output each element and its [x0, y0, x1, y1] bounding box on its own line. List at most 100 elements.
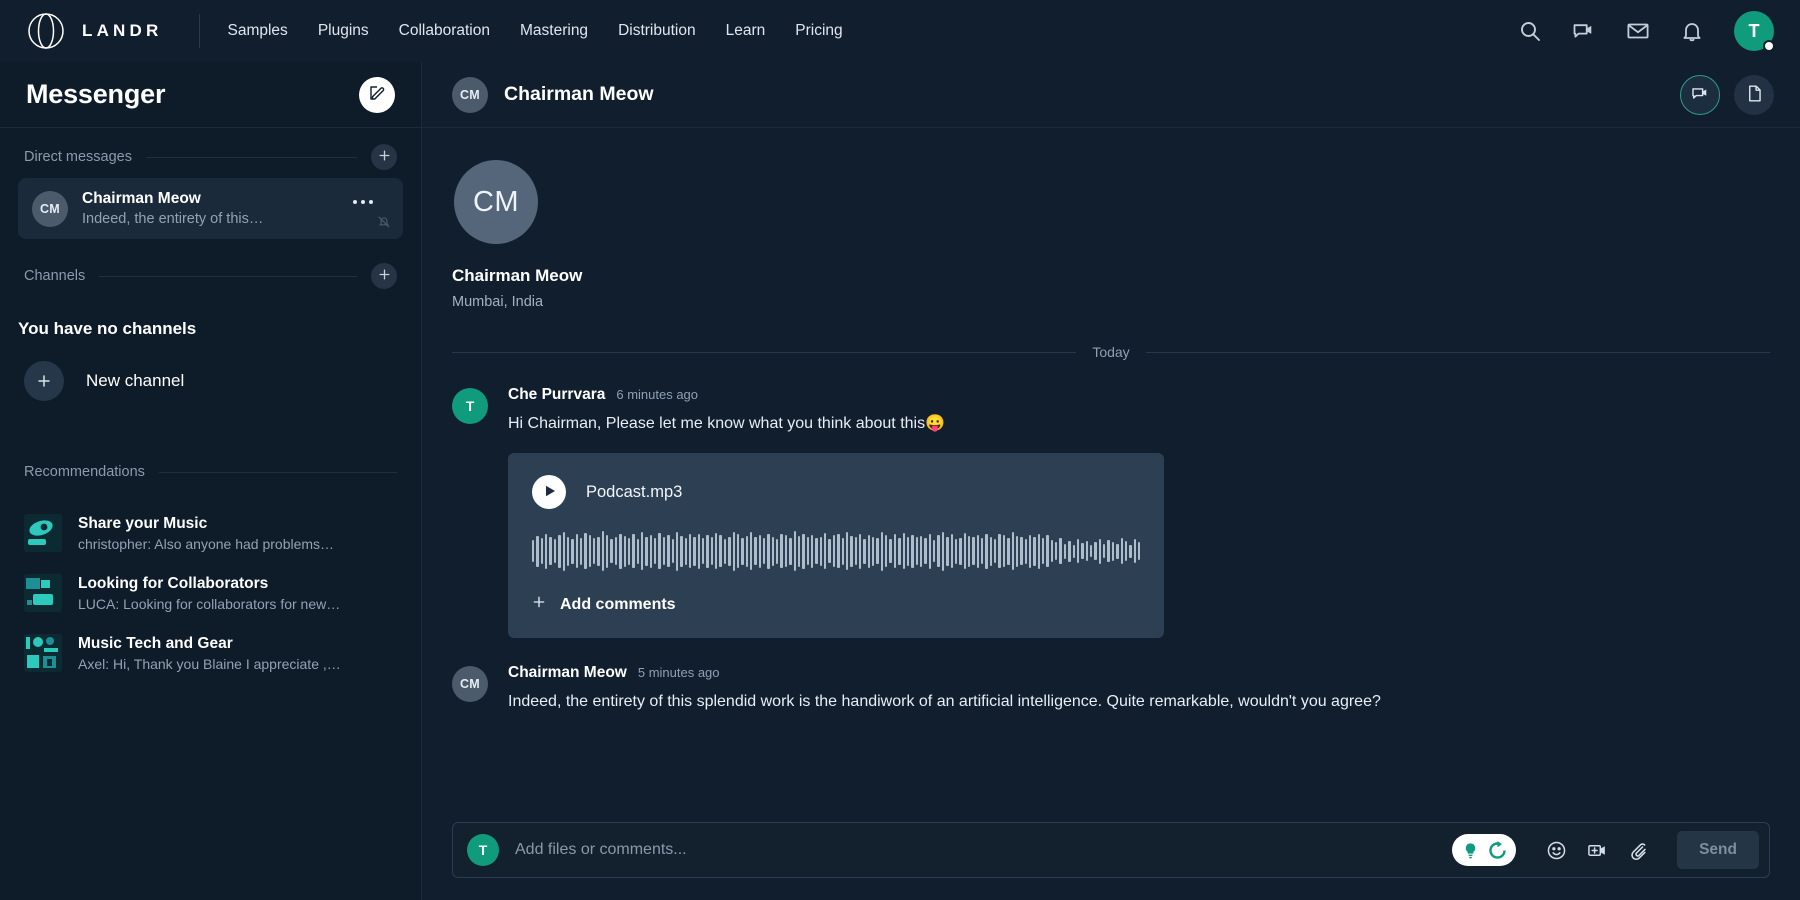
compose-message-button[interactable]: [359, 77, 395, 113]
waveform-bar: [663, 537, 665, 565]
brand[interactable]: LANDR: [26, 11, 163, 51]
nav-link-plugins[interactable]: Plugins: [318, 22, 369, 40]
waveform-bar: [894, 534, 896, 568]
list-item[interactable]: Music Tech and Gear Axel: Hi, Thank you …: [0, 623, 421, 683]
waveform-bar: [798, 536, 800, 567]
divider: [1146, 352, 1770, 353]
waveform-bar: [589, 535, 591, 567]
emoji-smiley-icon[interactable]: [1546, 840, 1567, 861]
waveform-bar: [541, 538, 543, 564]
waveform-bar: [685, 538, 687, 565]
nav-divider: [199, 14, 200, 48]
list-item[interactable]: Share your Music christopher: Also anyon…: [0, 503, 421, 563]
waveform-bar: [859, 534, 861, 569]
waveform-bar: [584, 533, 586, 569]
envelope-icon[interactable]: [1626, 19, 1650, 43]
waveform-bar: [693, 537, 695, 566]
add-channel-button[interactable]: [371, 263, 397, 289]
waveform-bar: [667, 535, 669, 567]
waveform-bar: [1029, 535, 1031, 568]
waveform-bar: [733, 532, 735, 571]
waveform-bar: [802, 534, 804, 569]
waveform-bar: [1138, 542, 1140, 560]
waveform-bar: [789, 538, 791, 565]
online-status-dot: [1763, 40, 1775, 52]
sidebar-item-chairman-meow[interactable]: CM Chairman Meow Indeed, the entirety of…: [18, 178, 403, 239]
nav-link-learn[interactable]: Learn: [726, 22, 766, 40]
waveform-bar: [654, 538, 656, 564]
send-button[interactable]: Send: [1677, 831, 1759, 869]
waveform-bar: [955, 539, 957, 564]
conversation-panel: CM Chairman Meow: [422, 62, 1800, 900]
bell-icon[interactable]: [1680, 19, 1704, 43]
waveform-bar: [780, 534, 782, 568]
rec-text: Looking for Collaborators LUCA: Looking …: [78, 575, 340, 612]
waveform-bar: [545, 534, 547, 569]
add-video-icon[interactable]: [1587, 840, 1608, 861]
avatar: CM: [454, 160, 538, 244]
audio-waveform[interactable]: [532, 531, 1140, 571]
message-input[interactable]: [515, 841, 1436, 859]
nav-link-collaboration[interactable]: Collaboration: [399, 22, 490, 40]
waveform-bar: [1073, 545, 1075, 558]
waveform-bar: [972, 537, 974, 565]
plus-icon: [378, 149, 391, 165]
waveform-bar: [719, 535, 721, 567]
waveform-bar: [676, 532, 678, 571]
message-meta: Che Purrvara 6 minutes ago: [508, 386, 1770, 404]
waveform-bar: [872, 537, 874, 566]
waveform-bar: [1038, 534, 1040, 569]
message-author: Chairman Meow: [508, 664, 627, 682]
avatar: T: [452, 388, 488, 424]
video-chat-button[interactable]: [1680, 75, 1720, 115]
waveform-bar: [942, 532, 944, 571]
new-channel-button[interactable]: New channel: [0, 339, 421, 401]
messenger-sidebar: Messenger Direct messages: [0, 62, 422, 900]
plus-icon: [378, 268, 391, 284]
nav-link-mastering[interactable]: Mastering: [520, 22, 588, 40]
refresh-circle-icon[interactable]: [1488, 841, 1507, 860]
waveform-bar: [907, 537, 909, 566]
add-comments-button[interactable]: Add comments: [532, 595, 1140, 614]
waveform-bar: [1103, 544, 1105, 558]
nav-link-samples[interactable]: Samples: [228, 22, 288, 40]
waveform-bar: [567, 537, 569, 566]
message-timestamp: 6 minutes ago: [616, 387, 698, 402]
waveform-bar: [916, 537, 918, 565]
message-thread[interactable]: CM Chairman Meow Mumbai, India Today T C…: [422, 128, 1800, 822]
waveform-bar: [711, 537, 713, 565]
waveform-bar: [990, 537, 992, 566]
waveform-bar: [728, 537, 730, 566]
waveform-bar: [998, 534, 1000, 568]
files-button[interactable]: [1734, 75, 1774, 115]
more-dots-icon[interactable]: [353, 200, 373, 204]
waveform-bar: [641, 532, 643, 570]
nav-link-pricing[interactable]: Pricing: [795, 22, 842, 40]
list-item[interactable]: Looking for Collaborators LUCA: Looking …: [0, 563, 421, 623]
play-button[interactable]: [532, 475, 566, 509]
video-chat-icon[interactable]: [1572, 19, 1596, 43]
user-avatar[interactable]: T: [1734, 11, 1774, 51]
waveform-bar: [807, 537, 809, 565]
waveform-bar: [881, 532, 883, 571]
section-label: Recommendations: [24, 464, 145, 480]
add-direct-message-button[interactable]: [371, 144, 397, 170]
waveform-bar: [759, 535, 761, 568]
waveform-bar: [1134, 539, 1136, 563]
avatar: CM: [452, 666, 488, 702]
waveform-bar: [985, 534, 987, 569]
nav-link-distribution[interactable]: Distribution: [618, 22, 696, 40]
waveform-bar: [1033, 537, 1035, 566]
waveform-bar: [924, 538, 926, 564]
lightbulb-icon[interactable]: [1461, 841, 1480, 860]
rec-text: Music Tech and Gear Axel: Hi, Thank you …: [78, 635, 341, 672]
ai-assist-toggle[interactable]: [1452, 834, 1516, 866]
rec-title: Looking for Collaborators: [78, 575, 340, 593]
divider: [146, 157, 357, 158]
sidebar-scroll[interactable]: Direct messages CM Chairman Meow: [0, 128, 421, 900]
dm-text: Chairman Meow Indeed, the entirety of th…: [82, 190, 389, 227]
search-icon[interactable]: [1518, 19, 1542, 43]
paperclip-icon[interactable]: [1628, 840, 1649, 861]
waveform-bar: [1081, 543, 1083, 559]
waveform-bar: [933, 540, 935, 562]
